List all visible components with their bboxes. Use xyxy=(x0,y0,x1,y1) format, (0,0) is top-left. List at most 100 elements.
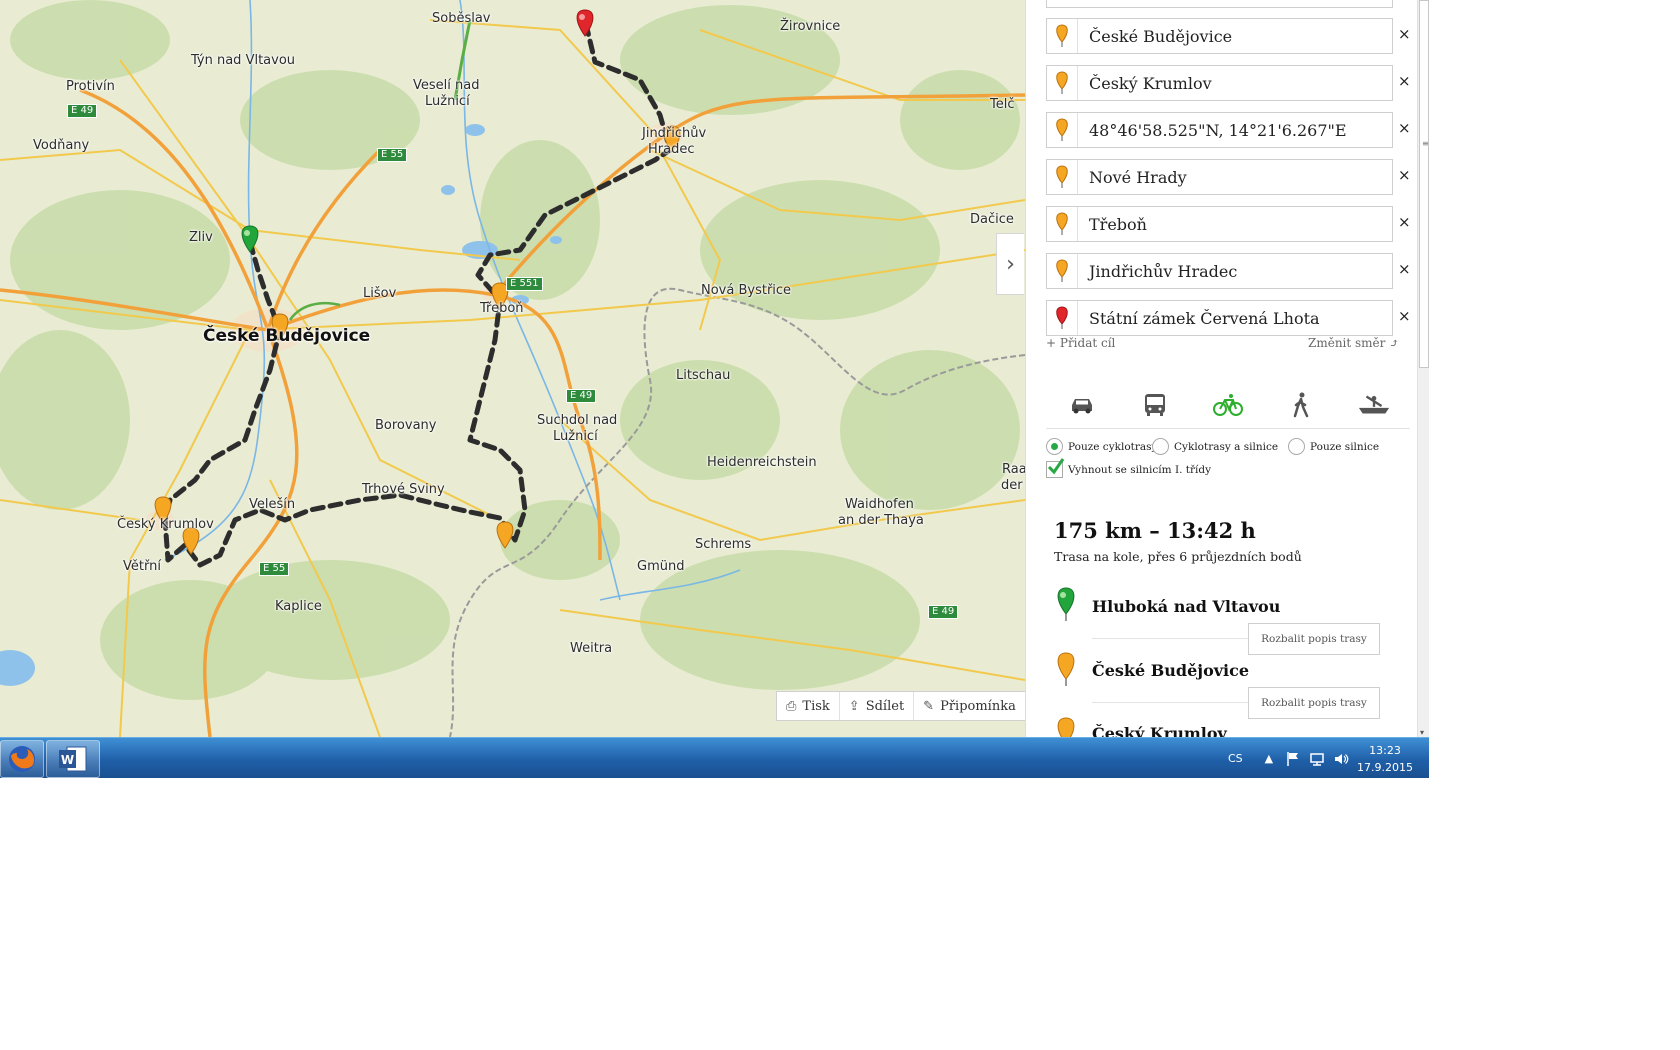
feedback-button[interactable]: ✎ Připomínka xyxy=(914,692,1025,720)
car-icon[interactable] xyxy=(1065,388,1099,422)
town-label: Kaplice xyxy=(275,599,322,614)
town-label: Soběslav xyxy=(432,11,491,26)
language-indicator[interactable]: CS xyxy=(1228,752,1243,765)
grip-icon: ≡ xyxy=(1422,139,1429,148)
radio-icon xyxy=(1152,438,1169,455)
orange-pin-icon xyxy=(1056,259,1068,282)
share-button[interactable]: ⇪ Sdílet xyxy=(840,692,915,720)
stop-name: Český Krumlov xyxy=(1092,724,1227,737)
action-center-flag-icon[interactable] xyxy=(1285,751,1301,767)
scrollbar-thumb[interactable]: ≡ xyxy=(1419,0,1429,368)
waypoint-input[interactable]: České Budějovice xyxy=(1089,27,1232,46)
bus-icon[interactable] xyxy=(1138,388,1172,422)
waypoint-input[interactable]: 48°46'58.525"N, 14°21'6.267"E xyxy=(1089,121,1347,140)
waypoint-row[interactable]: Třeboň xyxy=(1046,206,1393,242)
town-label: Nová Bystřice xyxy=(701,283,792,298)
firefox-taskbar-button[interactable] xyxy=(0,740,44,778)
system-clock[interactable]: 13:23 17.9.2015 xyxy=(1350,742,1420,776)
orange-pin-icon xyxy=(1056,71,1068,94)
remove-waypoint-icon[interactable]: × xyxy=(1398,72,1411,90)
expand-route-description-button[interactable]: Rozbalit popis trasy xyxy=(1248,623,1380,655)
show-hidden-icons-icon[interactable]: ▲ xyxy=(1265,752,1273,765)
waypoint-pin-cell xyxy=(1047,254,1078,288)
radio-label: Pouze silnice xyxy=(1310,440,1380,453)
town-label: Schrems xyxy=(695,537,752,552)
remove-waypoint-icon[interactable]: × xyxy=(1398,25,1411,43)
waypoint-row[interactable]: České Budějovice xyxy=(1046,18,1393,54)
collapse-panel-button[interactable]: › xyxy=(996,233,1024,295)
radio-cycle-only[interactable]: Pouze cyklotrasy xyxy=(1046,438,1157,455)
orange-pin-icon xyxy=(1056,165,1068,188)
route-description: Trasa na kole, přes 6 průjezdních bodů xyxy=(1054,549,1302,564)
taskbar: W CS ▲ 13:23 17.9.2015 xyxy=(0,737,1429,778)
boat-icon[interactable] xyxy=(1357,388,1391,422)
waypoint-input[interactable]: Český Krumlov xyxy=(1089,74,1212,93)
bicycle-icon[interactable] xyxy=(1211,388,1245,422)
town-label: Waidhofen xyxy=(845,497,914,512)
volume-icon[interactable] xyxy=(1333,751,1349,767)
waypoint-input[interactable]: Třeboň xyxy=(1089,215,1147,234)
word-taskbar-button[interactable]: W xyxy=(46,740,100,778)
checkbox-icon xyxy=(1046,458,1065,478)
waypoint-input[interactable]: Nové Hrady xyxy=(1089,168,1187,187)
town-label-major: České Budějovice xyxy=(203,326,371,346)
waypoint-pin-cell xyxy=(1047,160,1078,194)
orange-pin-icon xyxy=(1056,212,1068,235)
remove-waypoint-icon[interactable]: × xyxy=(1398,260,1411,278)
stop-name: České Budějovice xyxy=(1092,661,1250,680)
red-pin-icon xyxy=(1056,306,1068,329)
green-pin-icon xyxy=(1057,587,1075,621)
town-label: Lužnicí xyxy=(425,94,470,109)
waypoint-row[interactable]: Jindřichův Hradec xyxy=(1046,253,1393,289)
remove-waypoint-icon[interactable]: × xyxy=(1398,213,1411,231)
stop-name: Hluboká nad Vltavou xyxy=(1092,597,1281,616)
town-label: Hradec xyxy=(648,142,695,157)
route-panel: České Budějovice × Český Krumlov × 48°46'58.… xyxy=(1025,0,1418,737)
remove-waypoint-icon[interactable]: × xyxy=(1398,166,1411,184)
print-label: Tisk xyxy=(802,698,830,714)
checkmark-icon xyxy=(1047,458,1065,475)
waypoint-row[interactable]: 48°46'58.525"N, 14°21'6.267"E xyxy=(1046,112,1393,148)
clock-time: 13:23 xyxy=(1369,744,1401,757)
orange-pin-icon xyxy=(1057,717,1075,737)
waypoint-input[interactable]: Státní zámek Červená Lhota xyxy=(1089,309,1320,328)
network-icon[interactable] xyxy=(1309,751,1325,767)
feedback-label: Připomínka xyxy=(940,698,1016,714)
waypoint-pin-cell xyxy=(1047,113,1078,147)
radio-selected-icon xyxy=(1046,438,1063,455)
map[interactable]: Soběslav Týn nad Vltavou Protivín Veselí… xyxy=(0,0,1025,737)
panel-scrollbar[interactable]: ≡ ▾ xyxy=(1417,0,1429,737)
town-label: Borovany xyxy=(375,418,437,433)
town-label: Trhové Sviny xyxy=(362,482,445,497)
town-label: der T xyxy=(1001,478,1025,493)
radio-cycle-and-roads[interactable]: Cyklotrasy a silnice xyxy=(1152,438,1278,455)
waypoint-input[interactable]: Jindřichův Hradec xyxy=(1089,262,1237,281)
svg-text:W: W xyxy=(61,753,74,767)
waypoint-row[interactable]: Český Krumlov xyxy=(1046,65,1393,101)
waypoint-row[interactable]: Státní zámek Červená Lhota xyxy=(1046,300,1393,336)
remove-waypoint-icon[interactable]: × xyxy=(1398,307,1411,325)
waypoint-row-start[interactable] xyxy=(1046,0,1393,8)
road-sign: E 551 xyxy=(506,277,543,291)
expand-route-description-button[interactable]: Rozbalit popis trasy xyxy=(1248,687,1380,719)
scroll-down-arrow-icon[interactable]: ▾ xyxy=(1420,728,1424,737)
screen: Soběslav Týn nad Vltavou Protivín Veselí… xyxy=(0,0,1429,778)
red-end-pin[interactable] xyxy=(576,9,594,37)
change-direction-link[interactable]: Změnit směr ⤴ xyxy=(1308,336,1399,350)
orange-pin-icon xyxy=(1056,24,1068,47)
radio-label: Cyklotrasy a silnice xyxy=(1174,440,1279,453)
radio-label: Pouze cyklotrasy xyxy=(1068,440,1158,453)
add-target-link[interactable]: + Přidat cíl xyxy=(1046,336,1115,350)
remove-waypoint-icon[interactable]: × xyxy=(1398,119,1411,137)
town-label: Protivín xyxy=(66,79,115,94)
avoid-main-roads-checkbox[interactable]: Vyhnout se silnicím I. třídy xyxy=(1046,458,1211,478)
print-button[interactable]: ⎙ Tisk xyxy=(777,692,840,720)
walking-icon[interactable] xyxy=(1284,388,1318,422)
town-label: Lužnicí xyxy=(553,429,598,444)
town-label: Vodňany xyxy=(33,138,90,153)
town-label: Raal xyxy=(1002,462,1025,477)
radio-roads-only[interactable]: Pouze silnice xyxy=(1288,438,1379,455)
waypoint-row[interactable]: Nové Hrady xyxy=(1046,159,1393,195)
town-label: Suchdol nad xyxy=(537,413,618,428)
map-canvas[interactable] xyxy=(0,0,1025,737)
